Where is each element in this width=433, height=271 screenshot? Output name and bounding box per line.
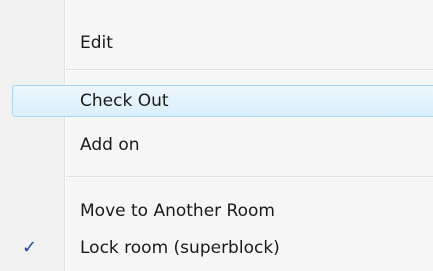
context-menu: Edit Check Out Add on Move to Another Ro… — [0, 0, 433, 271]
menu-item-label: Add on — [80, 135, 140, 155]
menu-item-label: Edit — [80, 33, 113, 53]
menu-separator — [66, 69, 433, 71]
menu-item-label: Lock room (superblock) — [80, 238, 280, 258]
menu-item-add-on[interactable]: Add on — [0, 128, 433, 162]
checkmark-icon: ✓ — [22, 237, 38, 258]
menu-item-check-out[interactable]: Check Out — [0, 84, 433, 118]
menu-item-move-to-another-room[interactable]: Move to Another Room — [0, 194, 433, 228]
hover-highlight — [12, 85, 433, 117]
menu-separator — [66, 176, 433, 178]
menu-item-edit[interactable]: Edit — [0, 26, 433, 60]
menu-item-label: Move to Another Room — [80, 201, 275, 221]
menu-item-lock-room[interactable]: ✓ Lock room (superblock) — [0, 231, 433, 265]
menu-item-label: Check Out — [80, 91, 169, 111]
